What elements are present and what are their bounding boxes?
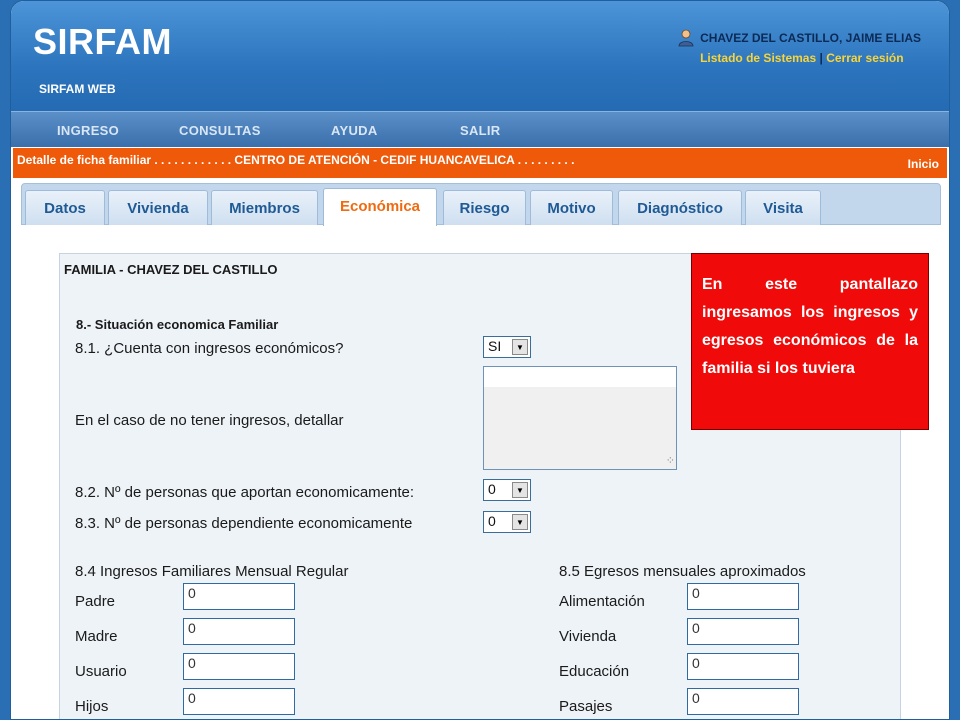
- main-nav: INGRESO CONSULTAS AYUDA SALIR: [11, 111, 949, 147]
- expense-title: 8.5 Egresos mensuales aproximados: [559, 563, 806, 580]
- q82-select-value: 0: [488, 481, 496, 497]
- tab-miembros[interactable]: Miembros: [211, 190, 318, 225]
- nav-item-ayuda[interactable]: AYUDA: [331, 123, 378, 138]
- user-box: CHAVEZ DEL CASTILLO, JAIME ELIAS Listado…: [678, 29, 921, 65]
- chevron-down-icon: ▼: [512, 482, 528, 498]
- tab-visita[interactable]: Visita: [745, 190, 821, 225]
- nav-item-salir[interactable]: SALIR: [460, 123, 501, 138]
- user-icon: [678, 29, 694, 47]
- income-input-padre[interactable]: 0: [183, 583, 295, 610]
- q82-label: 8.2. Nº de personas que aportan economic…: [75, 484, 415, 501]
- expense-label-alimentacion: Alimentación: [559, 593, 645, 610]
- tab-motivo[interactable]: Motivo: [530, 190, 613, 225]
- income-label-hijos: Hijos: [75, 698, 109, 715]
- tab-datos[interactable]: Datos: [25, 190, 105, 225]
- section-title: 8.- Situación economica Familiar: [76, 317, 279, 332]
- expense-label-educacion: Educación: [559, 663, 630, 680]
- tab-vivienda[interactable]: Vivienda: [108, 190, 208, 225]
- income-input-usuario[interactable]: 0: [183, 653, 295, 680]
- q81-label: 8.1. ¿Cuenta con ingresos económicos?: [75, 340, 344, 357]
- resize-grip-icon[interactable]: ⁘: [666, 454, 675, 467]
- expense-label-pasajes: Pasajes: [559, 698, 613, 715]
- income-input-madre[interactable]: 0: [183, 618, 295, 645]
- q81-select-value: SI: [488, 338, 502, 354]
- tab-economica[interactable]: Económica: [323, 188, 437, 226]
- app-logo: SIRFAM: [33, 21, 173, 62]
- callout-text: En este pantallazo ingresamos los ingres…: [702, 276, 918, 377]
- q83-select[interactable]: 0 ▼: [483, 511, 531, 533]
- annotation-callout: En este pantallazo ingresamos los ingres…: [691, 253, 929, 430]
- income-input-hijos[interactable]: 0: [183, 688, 295, 715]
- nav-item-ingreso[interactable]: INGRESO: [57, 123, 119, 138]
- tab-riesgo[interactable]: Riesgo: [443, 190, 526, 225]
- q81-select[interactable]: SI ▼: [483, 336, 531, 358]
- home-link[interactable]: Inicio: [908, 157, 939, 171]
- expense-input-pasajes[interactable]: 0: [687, 688, 799, 715]
- header: SIRFAM SIRFAM WEB CHAVEZ DEL CASTILLO, J…: [11, 1, 949, 111]
- systems-list-link[interactable]: Listado de Sistemas: [700, 51, 816, 65]
- link-separator: |: [819, 51, 823, 65]
- user-links: Listado de Sistemas | Cerrar sesión: [700, 51, 921, 65]
- expense-input-educacion[interactable]: 0: [687, 653, 799, 680]
- q82-select[interactable]: 0 ▼: [483, 479, 531, 501]
- expense-label-vivienda: Vivienda: [559, 628, 617, 645]
- expense-input-alimentacion[interactable]: 0: [687, 583, 799, 610]
- no-income-textarea[interactable]: ⁘: [483, 366, 677, 470]
- chevron-down-icon: ▼: [512, 339, 528, 355]
- expense-input-vivienda[interactable]: 0: [687, 618, 799, 645]
- q83-select-value: 0: [488, 513, 496, 529]
- nav-item-consultas[interactable]: CONSULTAS: [179, 123, 261, 138]
- logout-link[interactable]: Cerrar sesión: [826, 51, 903, 65]
- family-title: FAMILIA - CHAVEZ DEL CASTILLO: [64, 262, 278, 277]
- breadcrumb: Detalle de ficha familiar . . . . . . . …: [17, 153, 575, 167]
- tab-diagnostico[interactable]: Diagnóstico: [618, 190, 742, 225]
- tab-bar: Datos Vivienda Miembros Económica Riesgo…: [21, 183, 941, 226]
- breadcrumb-bar: Detalle de ficha familiar . . . . . . . …: [13, 148, 947, 178]
- app-subtitle: SIRFAM WEB: [39, 82, 116, 96]
- user-name: CHAVEZ DEL CASTILLO, JAIME ELIAS: [700, 31, 921, 45]
- no-income-label: En el caso de no tener ingresos, detalla…: [75, 412, 344, 429]
- chevron-down-icon: ▼: [512, 514, 528, 530]
- q83-label: 8.3. Nº de personas dependiente economic…: [75, 515, 413, 532]
- income-label-madre: Madre: [75, 628, 118, 645]
- income-title: 8.4 Ingresos Familiares Mensual Regular: [75, 563, 349, 580]
- income-label-usuario: Usuario: [75, 663, 127, 680]
- income-label-padre: Padre: [75, 593, 116, 610]
